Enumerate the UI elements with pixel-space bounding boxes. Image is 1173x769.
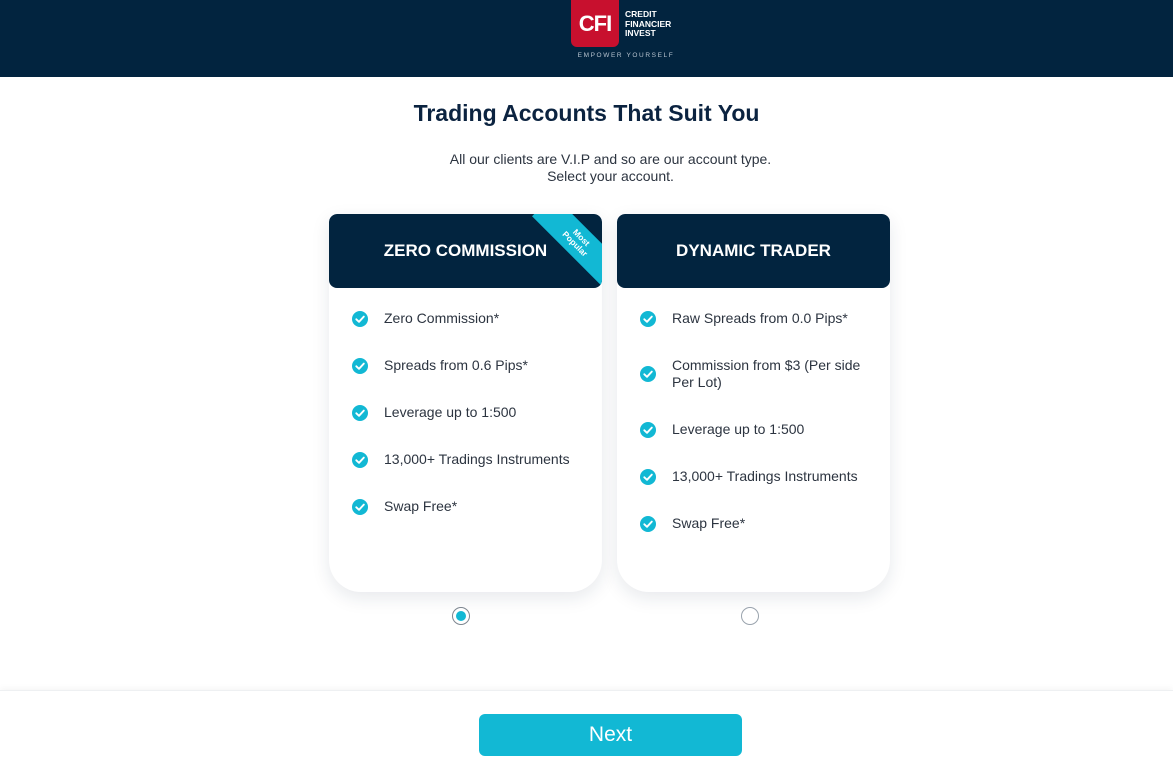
feature-item: Raw Spreads from 0.0 Pips*	[617, 310, 890, 327]
account-card-zero-commission[interactable]: ZERO COMMISSION Most Popular Zero Commis…	[329, 214, 602, 592]
radio-zero-commission[interactable]	[452, 607, 470, 625]
check-circle-icon	[640, 310, 656, 327]
account-card-dynamic-trader[interactable]: DYNAMIC TRADER Raw Spreads from 0.0 Pips…	[617, 214, 890, 592]
feature-list: Zero Commission* Spreads from 0.6 Pips* …	[329, 310, 602, 545]
feature-text: Spreads from 0.6 Pips*	[384, 357, 528, 373]
check-circle-icon	[352, 310, 368, 327]
check-circle-icon	[640, 421, 656, 438]
feature-text: 13,000+ Tradings Instruments	[384, 451, 570, 467]
feature-text: Raw Spreads from 0.0 Pips*	[672, 310, 848, 326]
account-name: DYNAMIC TRADER	[676, 241, 831, 260]
page-title: Trading Accounts That Suit You	[413, 100, 760, 126]
account-card-header: ZERO COMMISSION Most Popular	[329, 214, 602, 288]
feature-list: Raw Spreads from 0.0 Pips* Commission fr…	[617, 310, 890, 562]
feature-item: Spreads from 0.6 Pips*	[329, 357, 602, 374]
account-card-header: DYNAMIC TRADER	[617, 214, 890, 288]
check-circle-icon	[640, 366, 656, 382]
feature-item: Commission from $3 (Per side Per Lot)	[617, 357, 890, 391]
check-circle-icon	[352, 451, 368, 468]
feature-item: Swap Free*	[617, 515, 890, 532]
feature-item: Swap Free*	[329, 498, 602, 515]
feature-text: Zero Commission*	[384, 310, 500, 326]
feature-item: Leverage up to 1:500	[617, 421, 890, 438]
feature-item: Leverage up to 1:500	[329, 404, 602, 421]
logo-mark: CFI	[571, 0, 619, 47]
check-circle-icon	[640, 468, 656, 485]
page-subtitle: All our clients are V.I.P and so are our…	[0, 151, 1173, 185]
feature-text: 13,000+ Tradings Instruments	[672, 468, 858, 484]
check-circle-icon	[352, 357, 368, 374]
logo-tagline: EMPOWER YOURSELF	[577, 52, 675, 59]
radio-dynamic-trader[interactable]	[741, 607, 759, 625]
feature-item: 13,000+ Tradings Instruments	[617, 468, 890, 485]
feature-text: Swap Free*	[384, 498, 458, 514]
next-button[interactable]: Next	[479, 714, 742, 756]
subtitle-line: All our clients are V.I.P and so are our…	[449, 151, 772, 167]
feature-text: Leverage up to 1:500	[672, 421, 805, 437]
check-circle-icon	[352, 404, 368, 421]
subtitle-line: Select your account.	[547, 168, 674, 184]
feature-text: Swap Free*	[672, 515, 746, 531]
account-name: ZERO COMMISSION	[383, 241, 548, 260]
logo-wordmark: CREDIT FINANCIER INVEST	[625, 9, 685, 39]
feature-text: Commission from $3 (Per side Per Lot)	[672, 357, 861, 390]
feature-text: Leverage up to 1:500	[384, 404, 517, 420]
feature-item: Zero Commission*	[329, 310, 602, 327]
check-circle-icon	[640, 515, 656, 532]
feature-item: 13,000+ Tradings Instruments	[329, 451, 602, 468]
radio-selected-dot	[456, 611, 466, 621]
check-circle-icon	[352, 498, 368, 515]
logo-word: INVEST	[625, 28, 656, 38]
